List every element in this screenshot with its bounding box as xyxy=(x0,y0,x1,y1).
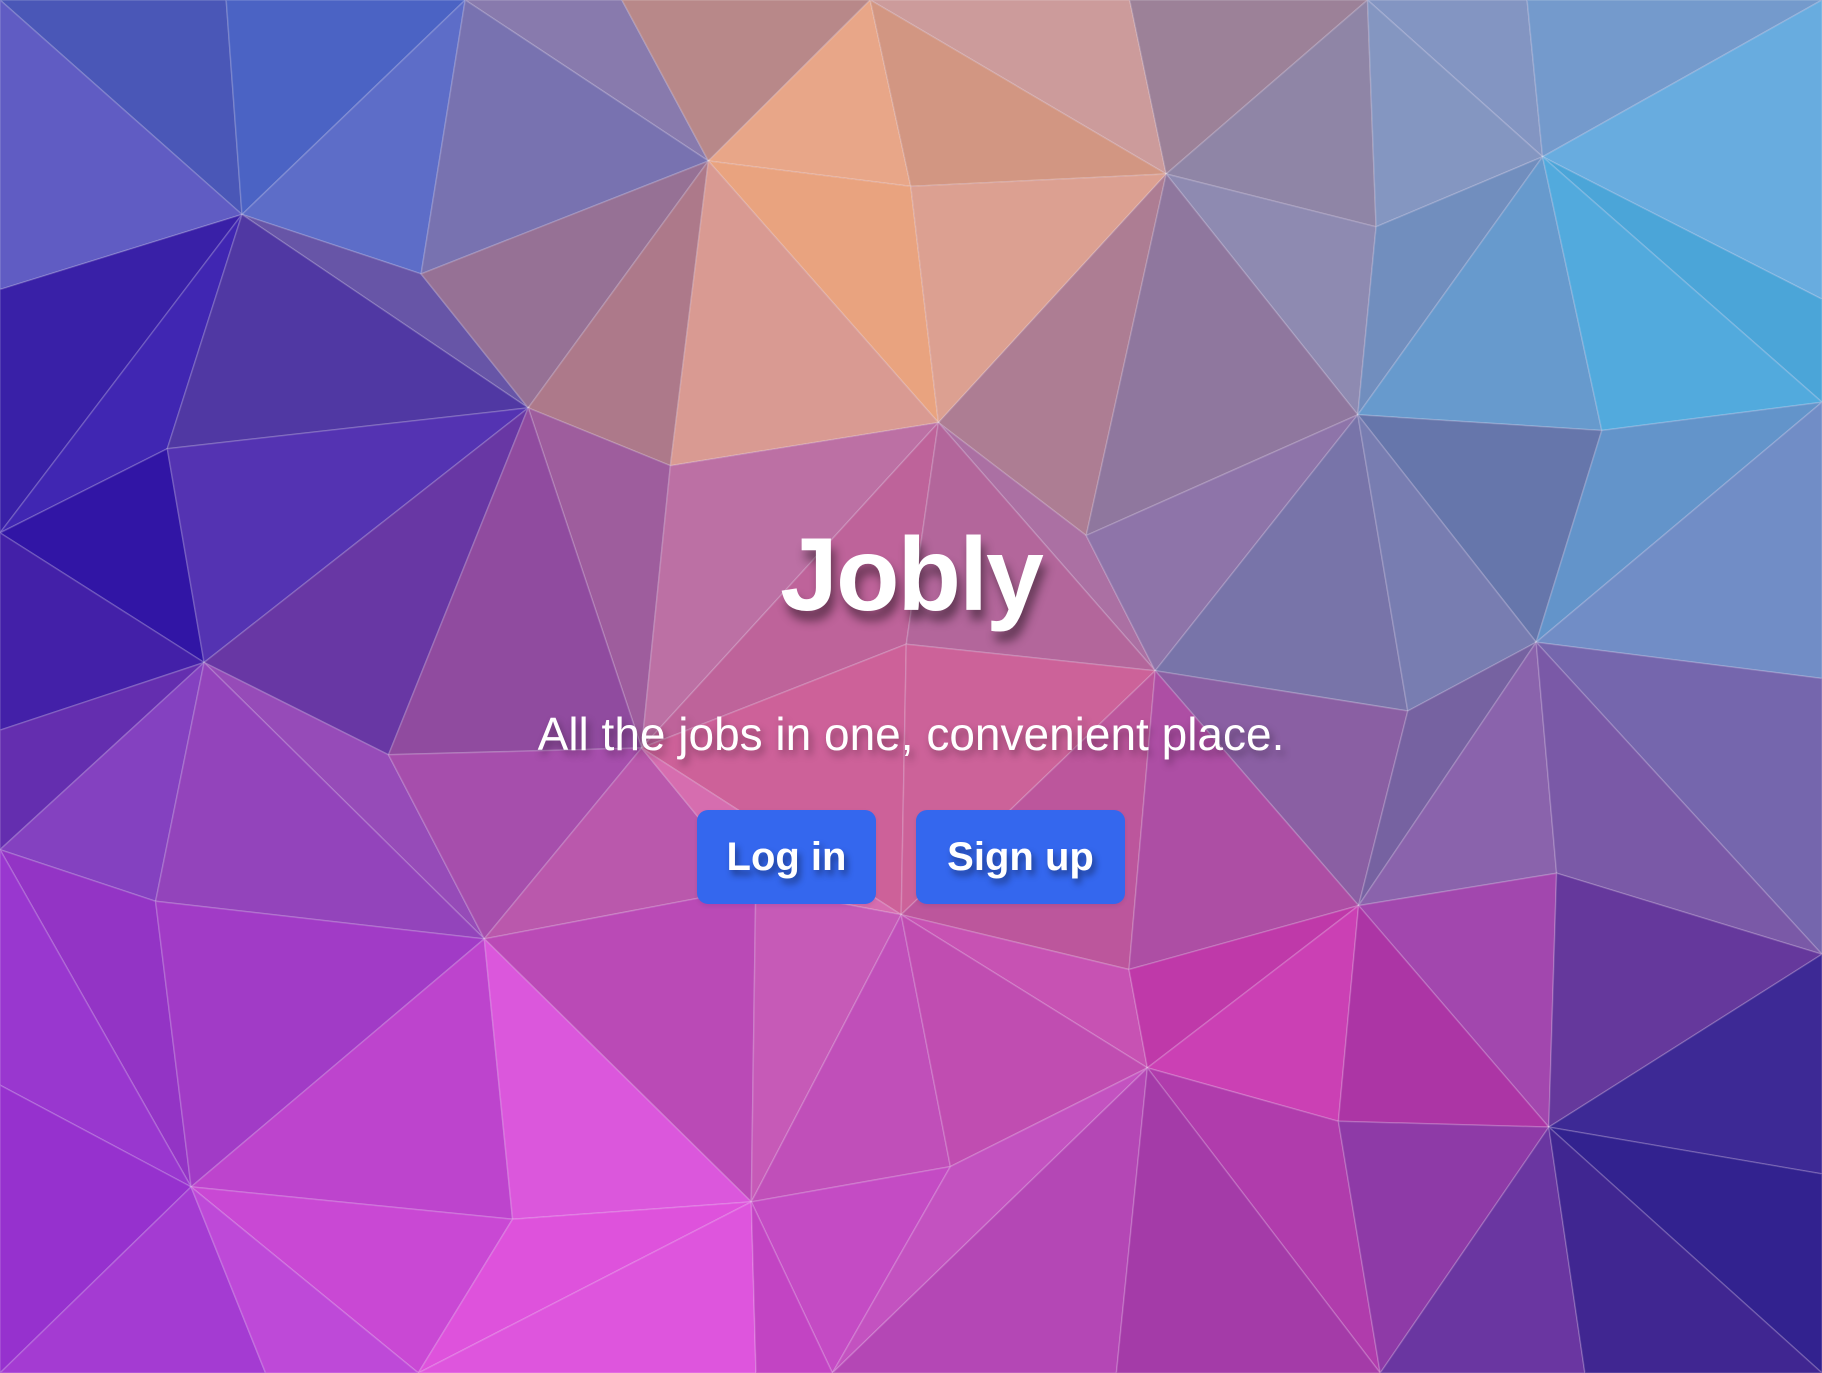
tagline: All the jobs in one, convenient place. xyxy=(537,708,1285,760)
signup-button[interactable]: Sign up xyxy=(916,810,1125,904)
hero: Jobly All the jobs in one, convenient pl… xyxy=(0,0,1822,1373)
app-title: Jobly xyxy=(780,517,1044,633)
landing-page: Jobly All the jobs in one, convenient pl… xyxy=(0,0,1822,1373)
login-button[interactable]: Log in xyxy=(697,810,876,904)
